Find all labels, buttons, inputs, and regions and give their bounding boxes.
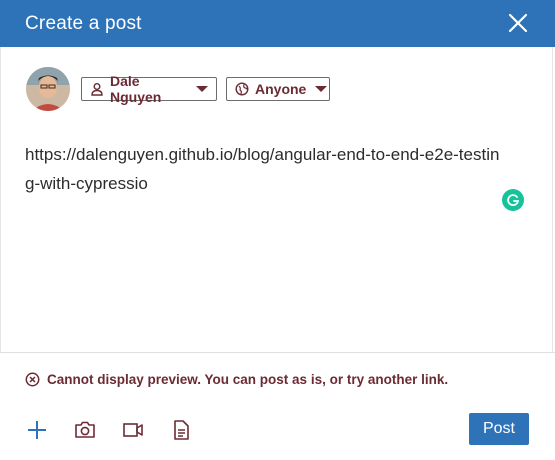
preview-error-text: Cannot display preview. You can post as … xyxy=(47,371,449,387)
chevron-down-icon xyxy=(315,86,328,92)
chevron-down-icon xyxy=(196,86,208,92)
modal-header: Create a post xyxy=(0,0,555,47)
add-icon[interactable] xyxy=(25,418,49,442)
modal-title: Create a post xyxy=(25,12,142,34)
author-selector[interactable]: Dale Nguyen xyxy=(81,73,217,105)
visibility-value: Anyone xyxy=(255,81,307,97)
close-icon xyxy=(508,13,528,33)
visibility-selector[interactable]: Anyone xyxy=(226,77,330,101)
camera-icon[interactable] xyxy=(73,418,97,442)
close-button[interactable] xyxy=(507,12,529,34)
divider xyxy=(0,352,555,353)
create-post-modal: Create a post Dale Nguyen Anyone https:/… xyxy=(0,0,555,460)
error-circle-icon xyxy=(25,372,40,387)
post-text-editor[interactable]: https://dalenguyen.github.io/blog/angula… xyxy=(25,140,505,198)
post-button[interactable]: Post xyxy=(469,413,529,445)
globe-icon xyxy=(235,82,249,96)
avatar-image xyxy=(26,67,70,111)
person-icon xyxy=(90,82,104,96)
grammarly-icon[interactable] xyxy=(502,189,524,211)
video-icon[interactable] xyxy=(121,418,145,442)
avatar xyxy=(26,67,70,111)
author-name: Dale Nguyen xyxy=(110,73,162,105)
preview-error-message: Cannot display preview. You can post as … xyxy=(25,370,448,388)
document-icon[interactable] xyxy=(169,418,193,442)
